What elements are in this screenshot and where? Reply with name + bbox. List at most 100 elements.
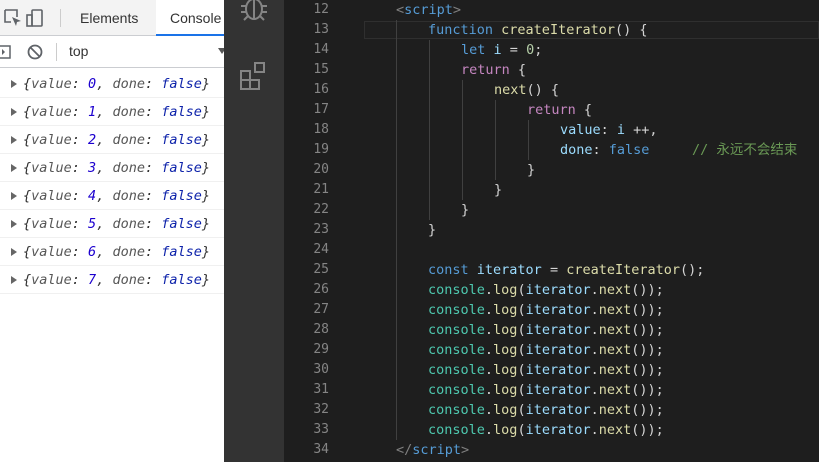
console-message[interactable]: {value: 7, done: false}: [0, 266, 224, 294]
punctuation: {: [509, 62, 527, 78]
property: done: [560, 142, 593, 158]
object-key: value: [31, 272, 72, 288]
show-sidebar-icon[interactable]: [0, 42, 14, 62]
line-number: 19: [313, 142, 329, 157]
punctuation: ());: [631, 282, 664, 298]
object-name: console: [428, 302, 485, 318]
object-value: 3: [88, 160, 97, 176]
method-name: log: [493, 362, 518, 378]
object-preview[interactable]: {value: 4, done: false}: [23, 182, 210, 210]
line-number: 12: [313, 2, 329, 17]
tab-console[interactable]: Console: [156, 0, 224, 36]
code-line-18: value: i ++,: [560, 120, 658, 140]
context-selector[interactable]: top: [69, 43, 88, 59]
punctuation: ());: [631, 302, 664, 318]
keyword: return: [527, 102, 576, 118]
code-line-26: console.log(iterator.next());: [428, 280, 664, 300]
code-line-15: return {: [461, 60, 526, 80]
punctuation: :: [592, 142, 609, 158]
code-line-27: console.log(iterator.next());: [428, 300, 664, 320]
punctuation: .: [484, 362, 494, 378]
expand-triangle-icon[interactable]: [11, 220, 17, 228]
object-key: value: [31, 188, 72, 204]
punctuation: ());: [631, 322, 664, 338]
object-key: done: [112, 188, 145, 204]
code-line-33: console.log(iterator.next());: [428, 420, 664, 440]
object-key: done: [112, 132, 145, 148]
variable: i: [616, 122, 626, 138]
method-name: next: [598, 322, 632, 338]
expand-triangle-icon[interactable]: [11, 248, 17, 256]
code-line-21: }: [494, 180, 502, 200]
line-number: 29: [313, 342, 329, 357]
object-preview[interactable]: {value: 7, done: false}: [23, 266, 210, 294]
object-value: false: [161, 76, 202, 92]
object-value: 0: [88, 76, 97, 92]
object-preview[interactable]: {value: 3, done: false}: [23, 154, 210, 182]
expand-triangle-icon[interactable]: [11, 80, 17, 88]
extensions-icon[interactable]: [238, 60, 270, 92]
console-message[interactable]: {value: 2, done: false}: [0, 126, 224, 154]
line-number: 13: [313, 22, 329, 37]
punctuation: ());: [631, 422, 664, 438]
code-line-32: console.log(iterator.next());: [428, 400, 664, 420]
code-line-19: done: false // 永远不会结束: [560, 140, 797, 160]
object-key: done: [112, 216, 145, 232]
code-editor[interactable]: 12 13 14 15 16 17 18 19 20 21 22 23 24 25 26 27 28 29 30 31…: [284, 0, 819, 462]
operator: =: [501, 42, 527, 58]
object-preview[interactable]: {value: 0, done: false}: [23, 70, 210, 98]
expand-triangle-icon[interactable]: [11, 108, 17, 116]
object-key: done: [112, 272, 145, 288]
object-preview[interactable]: {value: 5, done: false}: [23, 210, 210, 238]
tab-elements[interactable]: Elements: [80, 0, 138, 36]
punctuation: () {: [614, 22, 648, 38]
punctuation: .: [590, 322, 599, 338]
punctuation: }: [494, 182, 503, 198]
debug-icon[interactable]: [238, 0, 270, 24]
device-toolbar-icon[interactable]: [24, 7, 46, 29]
console-message[interactable]: {value: 3, done: false}: [0, 154, 224, 182]
variable: iterator: [525, 362, 591, 378]
toolbar-divider: [56, 43, 57, 61]
object-preview[interactable]: {value: 1, done: false}: [23, 98, 210, 126]
object-value: 4: [88, 188, 97, 204]
clear-console-icon[interactable]: [25, 42, 45, 62]
console-message[interactable]: {value: 5, done: false}: [0, 210, 224, 238]
tag-name: script: [404, 2, 453, 18]
object-key: done: [112, 104, 145, 120]
method-name: next: [598, 342, 632, 358]
object-name: console: [428, 362, 485, 378]
method-name: log: [493, 422, 518, 438]
object-preview[interactable]: {value: 2, done: false}: [23, 126, 210, 154]
object-name: console: [428, 322, 485, 338]
punctuation: .: [484, 382, 494, 398]
console-message[interactable]: {value: 1, done: false}: [0, 98, 224, 126]
console-message[interactable]: {value: 6, done: false}: [0, 238, 224, 266]
expand-triangle-icon[interactable]: [11, 192, 17, 200]
console-message[interactable]: {value: 0, done: false}: [0, 70, 224, 98]
object-preview[interactable]: {value: 6, done: false}: [23, 238, 210, 266]
code-line-31: console.log(iterator.next());: [428, 380, 664, 400]
punctuation: .: [484, 402, 494, 418]
punctuation: (: [517, 422, 526, 438]
expand-triangle-icon[interactable]: [11, 136, 17, 144]
console-message[interactable]: {value: 4, done: false}: [0, 182, 224, 210]
punctuation: .: [484, 282, 494, 298]
object-value: false: [161, 244, 202, 260]
line-number: 23: [313, 222, 329, 237]
object-key: value: [31, 160, 72, 176]
expand-triangle-icon[interactable]: [11, 164, 17, 172]
expand-triangle-icon[interactable]: [11, 276, 17, 284]
object-value: false: [161, 188, 202, 204]
object-key: value: [31, 104, 72, 120]
method-name: next: [598, 302, 632, 318]
object-name: console: [428, 342, 485, 358]
indent-guide: [528, 120, 529, 160]
inspect-element-icon[interactable]: [2, 7, 24, 29]
tag-bracket: <: [396, 2, 405, 18]
code-line-22: }: [461, 200, 469, 220]
punctuation: }: [461, 202, 470, 218]
keyword: return: [461, 62, 510, 78]
method-name: next: [598, 362, 632, 378]
punctuation: .: [590, 422, 599, 438]
